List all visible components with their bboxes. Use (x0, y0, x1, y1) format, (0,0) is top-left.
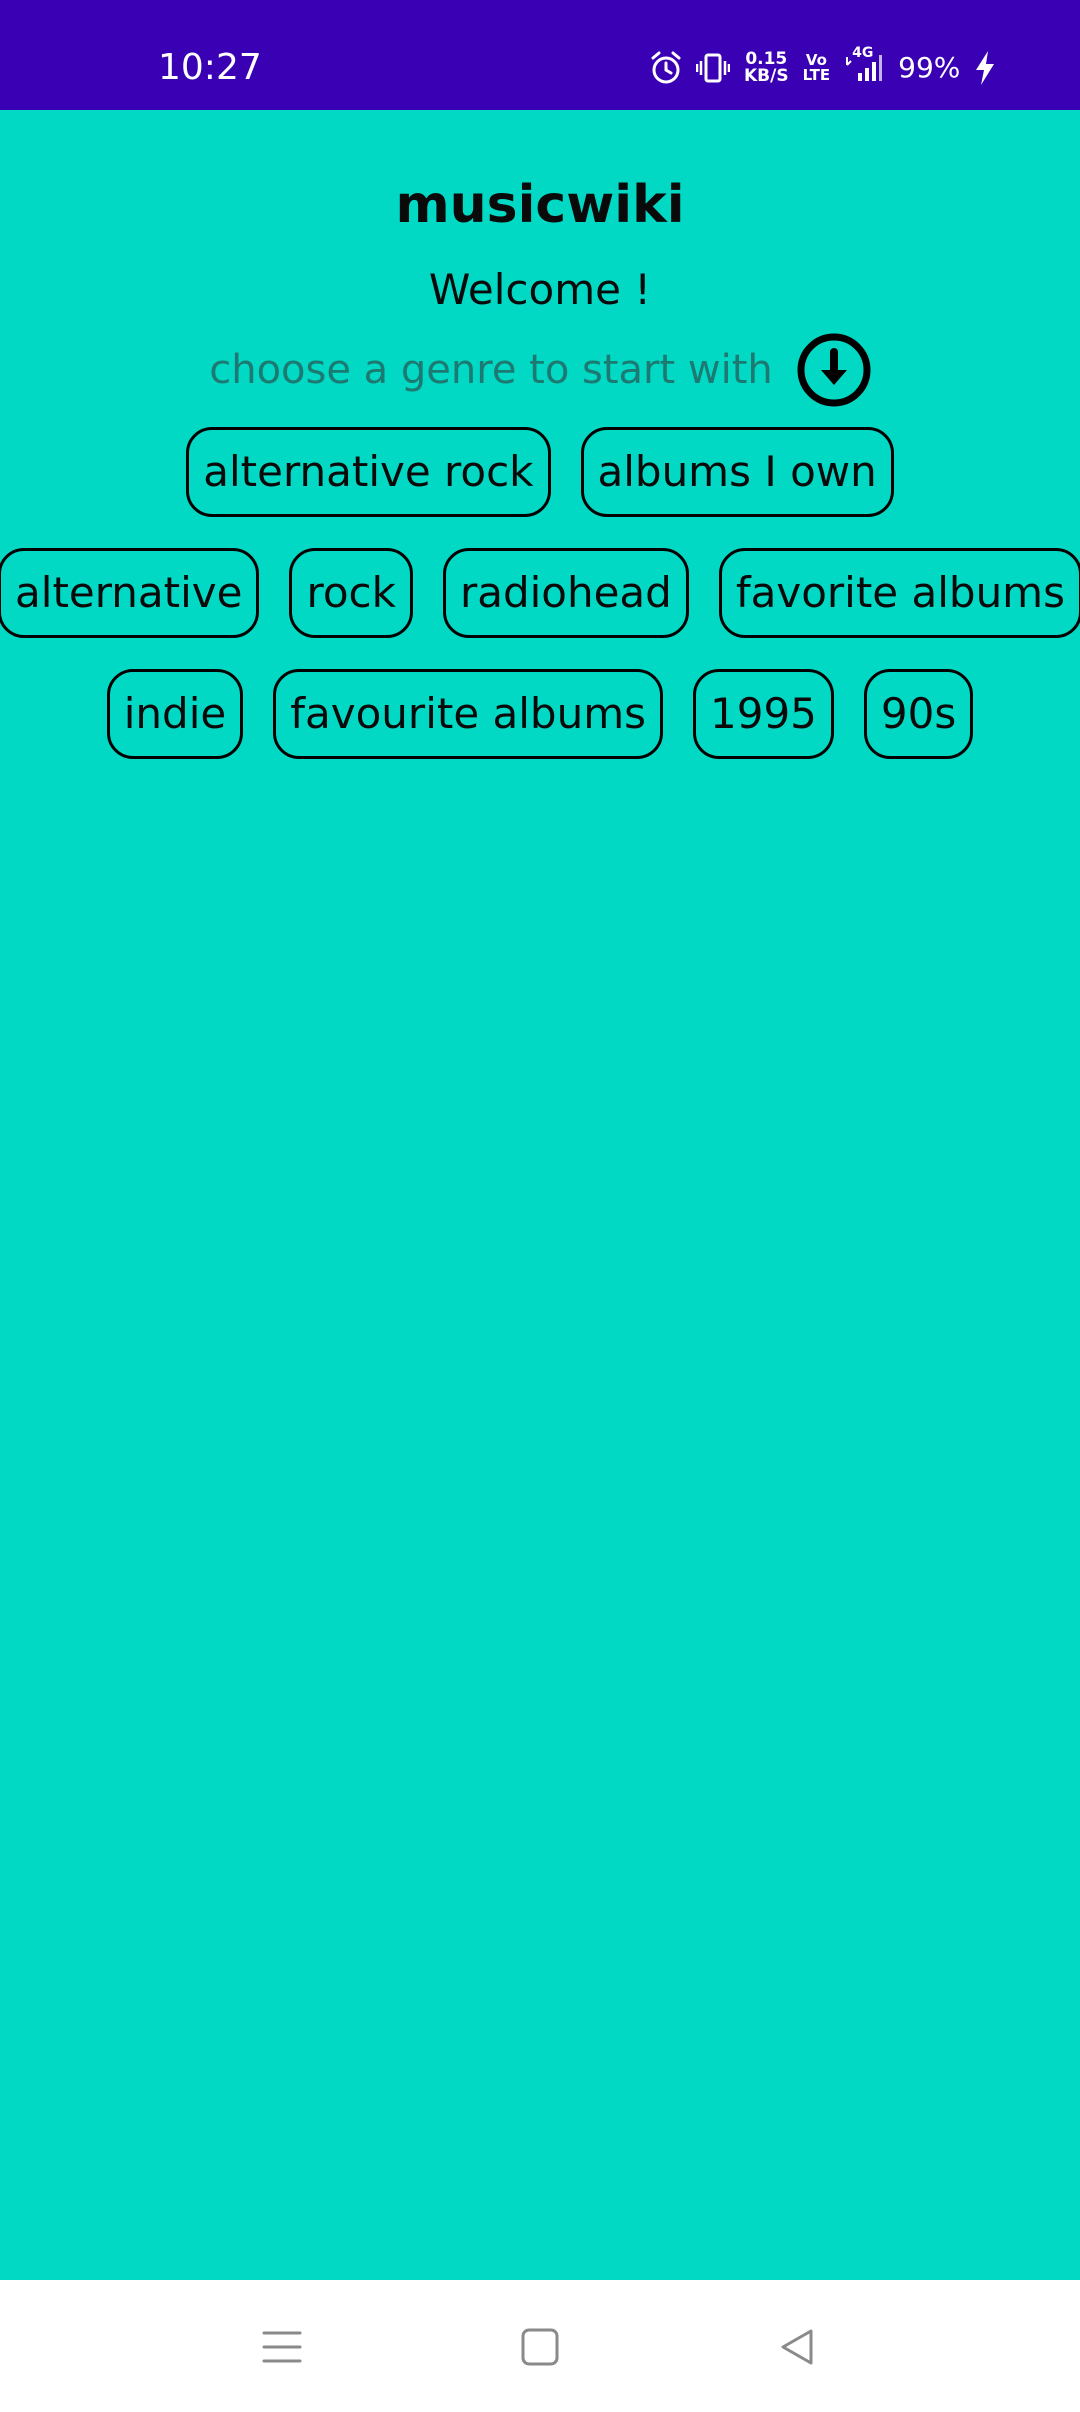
main-content: musicwiki Welcome ! choose a genre to st… (0, 110, 1080, 2280)
genre-tag[interactable]: radiohead (442, 548, 689, 638)
vibrate-icon (696, 51, 730, 85)
genre-tag[interactable]: alternative (0, 548, 260, 638)
battery-percent: 99% (898, 51, 961, 84)
genre-tag[interactable]: rock (289, 548, 413, 638)
genre-row-2: alternative rock radiohead favorite albu… (0, 547, 1080, 639)
network-type-label: 4G (852, 45, 874, 61)
genre-tag[interactable]: favorite albums (718, 548, 1080, 638)
arrow-down-circle-icon[interactable] (797, 333, 871, 407)
subtitle-row: choose a genre to start with (0, 332, 1080, 408)
genre-row-3: indie favourite albums 1995 90s (0, 668, 1080, 760)
genre-tag[interactable]: alternative rock (186, 427, 551, 517)
home-icon[interactable] (505, 2312, 575, 2382)
back-icon[interactable] (762, 2312, 832, 2382)
alarm-icon (650, 51, 682, 85)
network-speed: 0.15 KB/S (744, 51, 789, 85)
welcome-text: Welcome ! (428, 265, 652, 314)
signal-icon: 4G (844, 45, 884, 85)
app-title: musicwiki (395, 175, 685, 235)
volte-bottom-label: LTE (802, 66, 831, 84)
genre-tag[interactable]: indie (106, 669, 244, 759)
network-speed-unit: KB/S (744, 66, 789, 86)
status-time: 10:27 (158, 47, 262, 88)
genre-tag[interactable]: favourite albums (273, 669, 664, 759)
genre-row-1: alternative rock albums I own (0, 426, 1080, 518)
status-icons: 0.15 KB/S Vo LTE 4G 99% (650, 44, 996, 92)
status-bar: 10:27 0.15 KB/S Vo LTE 4G 99% (0, 0, 1080, 110)
subtitle-text: choose a genre to start with (209, 347, 773, 393)
genre-tag[interactable]: 1995 (693, 669, 834, 759)
menu-icon[interactable] (247, 2312, 317, 2382)
volte-indicator: Vo LTE (803, 53, 831, 83)
genre-tag[interactable]: 90s (863, 669, 974, 759)
genre-tag[interactable]: albums I own (580, 427, 894, 517)
charging-icon (974, 50, 996, 86)
navigation-bar (0, 2280, 1080, 2412)
